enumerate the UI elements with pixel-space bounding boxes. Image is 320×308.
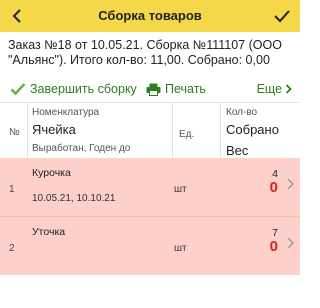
- row-collected: 0: [269, 238, 278, 255]
- column-number: №: [9, 127, 20, 138]
- row-name: Курочка: [32, 167, 71, 179]
- column-collected: Собрано: [226, 122, 279, 137]
- table-header: № Номенклатура Ячейка Выработан, Годен д…: [0, 102, 300, 159]
- row-index: 2: [9, 243, 15, 254]
- table-row[interactable]: 2 Уточка шт 7 0: [0, 216, 300, 274]
- checkmark-icon: [274, 10, 290, 23]
- checkmark-icon: [10, 83, 26, 96]
- print-button[interactable]: Печать: [146, 79, 206, 99]
- row-collected: 0: [269, 179, 278, 196]
- column-nomenclature: Номенклатура: [32, 107, 100, 118]
- table-body: 1 Курочка 10.05.21, 10.10.21 шт 4 0 2 Ут…: [0, 158, 300, 275]
- printer-icon: [146, 83, 161, 96]
- column-unit: Ед.: [179, 129, 195, 140]
- column-quantity: Кол-во: [226, 107, 258, 118]
- more-label: Еще: [256, 82, 282, 96]
- finish-assembly-label: Завершить сборку: [30, 82, 137, 96]
- row-unit: шт: [174, 243, 187, 254]
- chevron-right-icon: [287, 178, 295, 190]
- confirm-button[interactable]: [270, 4, 294, 28]
- finish-assembly-button[interactable]: Завершить сборку: [10, 79, 137, 99]
- row-dates: 10.05.21, 10.10.21: [32, 193, 116, 204]
- column-produced: Выработан, Годен до: [32, 143, 131, 154]
- column-divider: [27, 103, 28, 159]
- print-label: Печать: [165, 82, 206, 96]
- column-weight: Вес: [226, 143, 249, 158]
- more-button[interactable]: Еще: [257, 79, 292, 99]
- row-name: Уточка: [32, 226, 66, 238]
- top-bar: Сборка товаров: [0, 0, 300, 32]
- chevron-left-icon: [12, 9, 21, 23]
- column-cell: Ячейка: [32, 122, 76, 137]
- page-title: Сборка товаров: [98, 8, 202, 23]
- chevron-right-icon: [287, 237, 295, 249]
- toolbar: Завершить сборку Печать Еще: [0, 79, 300, 99]
- table-row[interactable]: 1 Курочка 10.05.21, 10.10.21 шт 4 0: [0, 158, 300, 216]
- order-info: Заказ №18 от 10.05.21. Сборка №111107 (О…: [8, 38, 282, 67]
- column-divider: [220, 103, 221, 159]
- chevron-right-icon: [285, 84, 292, 94]
- back-button[interactable]: [4, 3, 30, 29]
- column-divider: [172, 103, 173, 159]
- row-index: 1: [9, 184, 15, 195]
- row-unit: шт: [174, 184, 187, 195]
